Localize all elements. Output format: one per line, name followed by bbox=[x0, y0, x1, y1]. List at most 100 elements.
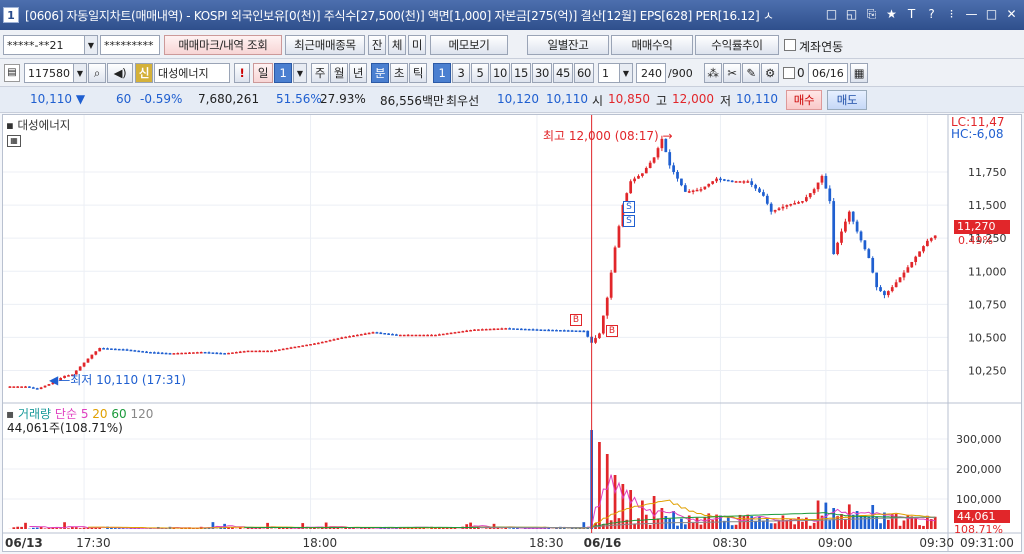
candle-body bbox=[219, 352, 223, 355]
volume-bar bbox=[67, 528, 70, 529]
split-icon[interactable]: ◱ bbox=[843, 6, 860, 23]
period-year[interactable]: 년 bbox=[349, 63, 367, 83]
sell-button[interactable]: 매도 bbox=[827, 90, 867, 110]
layout-icon[interactable]: ▤ bbox=[4, 64, 20, 82]
filled-button[interactable]: 체 bbox=[388, 35, 406, 55]
minute-3[interactable]: 3 bbox=[452, 63, 470, 83]
volume-bar bbox=[812, 522, 816, 529]
buy-marker[interactable]: B bbox=[570, 314, 582, 326]
sell-marker[interactable]: S bbox=[623, 201, 635, 213]
candle-body bbox=[762, 192, 765, 196]
minute-60[interactable]: 60 bbox=[574, 63, 594, 83]
candle-body bbox=[176, 352, 180, 355]
candle-body bbox=[785, 205, 789, 207]
search-icon[interactable]: ⌕ bbox=[88, 63, 106, 83]
password-field[interactable]: ********* bbox=[100, 35, 160, 55]
volume-bar bbox=[641, 500, 644, 529]
sound-icon[interactable]: ◀) bbox=[107, 63, 133, 83]
minute-30[interactable]: 30 bbox=[532, 63, 552, 83]
recent-trade-button[interactable]: 최근매매종목 bbox=[285, 35, 365, 55]
period-minute[interactable]: 분 bbox=[371, 63, 389, 83]
interval-input[interactable]: 1 bbox=[598, 63, 620, 83]
code-dropdown-icon[interactable]: ▼ bbox=[73, 63, 87, 83]
high-annotation: 최고 12,000 (08:17) → bbox=[543, 129, 673, 143]
window-number-badge: 1 bbox=[3, 7, 19, 23]
balance-button[interactable]: 잔 bbox=[368, 35, 386, 55]
count-input[interactable]: 240 bbox=[636, 63, 666, 83]
volume-tick-label: 100,000 bbox=[956, 493, 1002, 506]
volume-ma120-line bbox=[478, 516, 936, 529]
minimize-icon[interactable]: — bbox=[963, 6, 980, 23]
buy-button[interactable]: 매수 bbox=[786, 90, 822, 110]
period-tick[interactable]: 틱 bbox=[409, 63, 427, 83]
draw-icon[interactable]: ✂ bbox=[723, 63, 741, 83]
minute-1[interactable]: 1 bbox=[433, 63, 451, 83]
daily-balance-button[interactable]: 일별잔고 bbox=[527, 35, 609, 55]
minute-15[interactable]: 15 bbox=[511, 63, 531, 83]
minute-45[interactable]: 45 bbox=[553, 63, 573, 83]
buy-marker-2[interactable]: B bbox=[606, 325, 618, 337]
volume-bar bbox=[703, 517, 707, 529]
date-input[interactable]: 06/16 bbox=[808, 63, 848, 83]
interval-dropdown-icon[interactable]: ▼ bbox=[619, 63, 633, 83]
account-field[interactable]: *****-**21 bbox=[3, 35, 85, 55]
candle-body bbox=[43, 385, 47, 388]
close-icon[interactable]: ✕ bbox=[1003, 6, 1020, 23]
period-month[interactable]: 월 bbox=[330, 63, 348, 83]
chart-panel[interactable]: 11,750 11,500 11,250 11,000 10,750 10,500 10,2… bbox=[2, 114, 1022, 552]
period-week[interactable]: 주 bbox=[311, 63, 329, 83]
account-dropdown-icon[interactable]: ▼ bbox=[84, 35, 98, 55]
period-dropdown-icon[interactable]: ▼ bbox=[293, 63, 307, 83]
volume-bar bbox=[500, 528, 504, 529]
font-icon[interactable]: T bbox=[903, 6, 920, 23]
candle-body bbox=[871, 258, 875, 273]
candle-body bbox=[426, 334, 430, 337]
unfilled-button[interactable]: 미 bbox=[408, 35, 426, 55]
restore-icon[interactable]: □ bbox=[823, 6, 840, 23]
minute-10[interactable]: 10 bbox=[490, 63, 510, 83]
copy-icon[interactable]: ⎘ bbox=[863, 6, 880, 23]
volume-bar bbox=[336, 527, 340, 529]
trade-mark-query-button[interactable]: 매매마크/내역 조회 bbox=[164, 35, 282, 55]
maximize-icon[interactable]: □ bbox=[983, 6, 1000, 23]
minute-5[interactable]: 5 bbox=[471, 63, 489, 83]
volume-bar bbox=[465, 524, 469, 529]
calendar-icon[interactable]: ▦ bbox=[850, 63, 868, 83]
period-second[interactable]: 초 bbox=[390, 63, 408, 83]
candle-body bbox=[656, 148, 660, 158]
alert-icon[interactable]: ! bbox=[234, 63, 250, 83]
credit-badge-icon[interactable]: 신 bbox=[135, 63, 153, 83]
date-prefix: 0 bbox=[797, 66, 805, 80]
volume-bar bbox=[172, 528, 176, 529]
favorite-icon[interactable]: ★ bbox=[883, 6, 900, 23]
candle-body bbox=[31, 387, 35, 389]
tool-icon[interactable]: ✎ bbox=[742, 63, 760, 83]
date-checkbox[interactable] bbox=[783, 67, 795, 79]
candle-body bbox=[453, 332, 457, 334]
candle-body bbox=[227, 352, 230, 355]
chart-canvas[interactable]: 11,75011,50011,25011,00010,75010,50010,2… bbox=[3, 115, 1021, 551]
candle-body bbox=[797, 202, 800, 204]
indicator-icon[interactable]: ⁂ bbox=[704, 63, 722, 83]
trade-profit-button[interactable]: 매매수익 bbox=[611, 35, 693, 55]
low-label: 저 bbox=[720, 94, 732, 108]
period-number[interactable]: 1 bbox=[274, 63, 292, 83]
volume-bar bbox=[570, 528, 574, 529]
stock-name-field[interactable]: 대성에너지 bbox=[154, 63, 230, 83]
stock-code-input[interactable]: 117580 bbox=[24, 63, 74, 83]
candle-body bbox=[898, 277, 902, 283]
return-trend-button[interactable]: 수익률추이 bbox=[695, 35, 779, 55]
candle-body bbox=[82, 362, 86, 367]
candle-body bbox=[106, 348, 109, 350]
volume-bar bbox=[55, 528, 59, 529]
account-link-checkbox[interactable] bbox=[784, 39, 796, 51]
sell-marker-2[interactable]: S bbox=[623, 215, 635, 227]
more-icon[interactable]: ⁝ bbox=[943, 6, 960, 23]
settings-icon[interactable]: ⚙ bbox=[761, 63, 779, 83]
candle-body bbox=[231, 352, 234, 354]
help-icon[interactable]: ? bbox=[923, 6, 940, 23]
memo-button[interactable]: 메모보기 bbox=[430, 35, 508, 55]
period-day-button[interactable]: 일 bbox=[253, 63, 273, 83]
high-annotation-text: 최고 12,000 (08:17) bbox=[543, 129, 659, 143]
table-icon[interactable]: ▦ bbox=[7, 135, 21, 147]
